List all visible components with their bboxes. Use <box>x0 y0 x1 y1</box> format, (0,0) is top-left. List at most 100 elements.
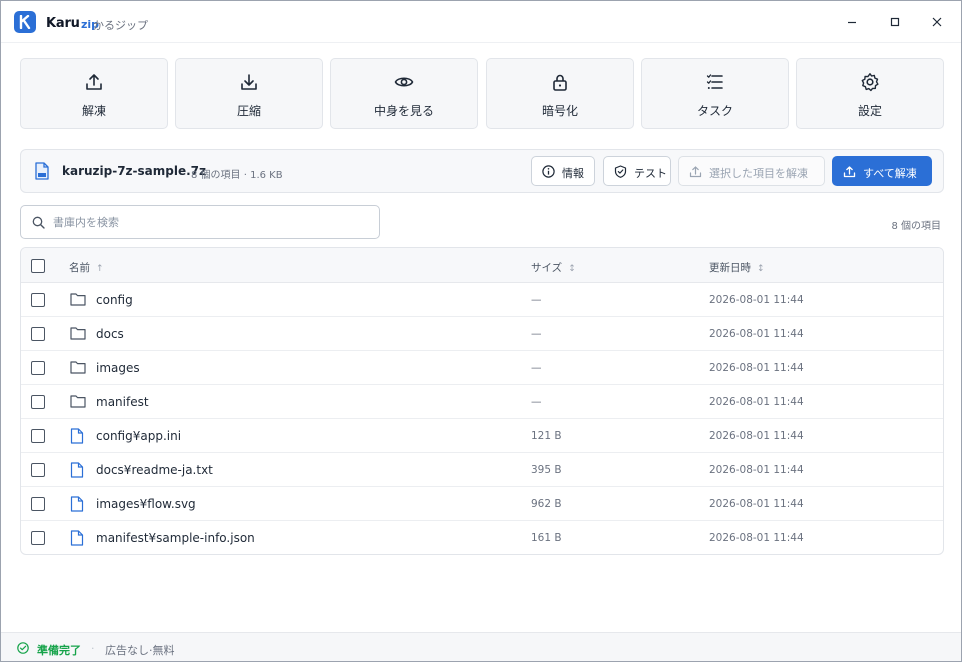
table-header: 名前 ↑ サイズ ↕ 更新日時 ↕ <box>21 248 943 283</box>
extract-tool-label: 解凍 <box>81 104 106 118</box>
eye-icon <box>394 77 414 87</box>
lock-icon <box>553 74 567 91</box>
app-name: Karu <box>46 16 80 31</box>
maximize-button[interactable] <box>886 13 904 31</box>
maximize-icon <box>890 17 900 27</box>
file-modified: 2026-08-01 11:44 <box>709 464 804 476</box>
compress-tool-button[interactable]: 圧縮 <box>175 58 323 129</box>
upload-icon <box>689 166 702 178</box>
file-size: — <box>531 328 542 340</box>
app-logo-icon <box>14 11 36 33</box>
table-row[interactable]: config — 2026-08-01 11:44 <box>21 283 943 317</box>
gear-icon <box>861 73 879 92</box>
row-checkbox[interactable] <box>31 361 45 375</box>
search-input[interactable] <box>53 214 363 231</box>
row-checkbox[interactable] <box>31 327 45 341</box>
status-bar: 準備完了 · 広告なし·無料 <box>1 632 961 661</box>
table-row[interactable]: manifest¥sample-info.json 161 B 2026-08-… <box>21 521 943 554</box>
tasks-tool-label: タスク <box>696 104 733 118</box>
status-ready: 準備完了 <box>37 644 81 657</box>
shield-check-icon <box>614 165 627 178</box>
table-row[interactable]: images¥flow.svg 962 B 2026-08-01 11:44 <box>21 487 943 521</box>
row-checkbox[interactable] <box>31 497 45 511</box>
sort-ascending-icon: ↑ <box>96 264 104 274</box>
row-checkbox[interactable] <box>31 463 45 477</box>
archive-file-icon <box>35 162 49 180</box>
item-count: 8 個の項目 <box>891 221 941 232</box>
row-checkbox[interactable] <box>31 429 45 443</box>
close-icon <box>932 17 942 27</box>
column-header-modified[interactable]: 更新日時 ↕ <box>709 260 765 275</box>
folder-icon <box>70 361 86 374</box>
check-circle-icon <box>17 642 29 654</box>
row-checkbox[interactable] <box>31 293 45 307</box>
select-all-checkbox[interactable] <box>31 259 45 273</box>
upload-icon <box>86 74 102 90</box>
file-table: 名前 ↑ サイズ ↕ 更新日時 ↕ config — 2026-08-01 11:44… <box>20 247 944 555</box>
info-button-label: 情報 <box>562 167 584 180</box>
settings-tool-label: 設定 <box>857 104 882 118</box>
extract-selected-button[interactable]: 選択した項目を解凍 <box>678 156 825 186</box>
file-icon <box>70 530 84 546</box>
encrypt-tool-button[interactable]: 暗号化 <box>486 58 634 129</box>
file-size: 962 B <box>531 498 562 510</box>
file-name: config <box>96 293 133 307</box>
column-header-name[interactable]: 名前 ↑ <box>69 260 104 275</box>
task-list-icon <box>706 74 723 89</box>
tasks-tool-button[interactable]: タスク <box>641 58 789 129</box>
extract-selected-label: 選択した項目を解凍 <box>709 167 808 180</box>
extract-all-label: すべて解凍 <box>863 167 917 180</box>
table-row[interactable]: docs¥readme-ja.txt 395 B 2026-08-01 11:4… <box>21 453 943 487</box>
archive-name: karuzip-7z-sample.7z <box>62 164 206 178</box>
row-checkbox[interactable] <box>31 531 45 545</box>
column-size-label: サイズ <box>531 262 563 274</box>
status-separator: · <box>91 642 95 655</box>
test-button[interactable]: テスト <box>603 156 671 186</box>
file-size: 121 B <box>531 430 562 442</box>
table-row[interactable]: docs — 2026-08-01 11:44 <box>21 317 943 351</box>
view-tool-button[interactable]: 中身を見る <box>330 58 478 129</box>
row-checkbox[interactable] <box>31 395 45 409</box>
sort-icon: ↕ <box>568 264 576 274</box>
search-box <box>20 205 380 239</box>
info-button[interactable]: 情報 <box>531 156 595 186</box>
table-row[interactable]: images — 2026-08-01 11:44 <box>21 351 943 385</box>
minimize-button[interactable] <box>843 13 861 31</box>
view-tool-label: 中身を見る <box>373 104 434 118</box>
encrypt-tool-label: 暗号化 <box>541 104 578 118</box>
file-modified: 2026-08-01 11:44 <box>709 430 804 442</box>
extract-all-button[interactable]: すべて解凍 <box>832 156 932 186</box>
app-subtitle: かるジップ <box>93 19 148 32</box>
file-name: config¥app.ini <box>96 429 182 443</box>
file-modified: 2026-08-01 11:44 <box>709 294 804 306</box>
extract-tool-button[interactable]: 解凍 <box>20 58 168 129</box>
close-button[interactable] <box>928 13 946 31</box>
column-modified-label: 更新日時 <box>709 262 751 274</box>
table-row[interactable]: manifest — 2026-08-01 11:44 <box>21 385 943 419</box>
title-bar: Karu zip かるジップ <box>1 1 961 43</box>
file-name: manifest¥sample-info.json <box>96 531 255 545</box>
file-modified: 2026-08-01 11:44 <box>709 498 804 510</box>
folder-icon <box>70 293 86 306</box>
file-icon <box>70 496 84 512</box>
table-row[interactable]: config¥app.ini 121 B 2026-08-01 11:44 <box>21 419 943 453</box>
column-name-label: 名前 <box>69 262 90 274</box>
archive-info-bar: karuzip-7z-sample.7z 8 個の項目 · 1.6 KB 情報 … <box>20 149 944 193</box>
folder-icon <box>70 395 86 408</box>
folder-icon <box>70 327 86 340</box>
column-header-size[interactable]: サイズ ↕ <box>531 260 576 275</box>
file-modified: 2026-08-01 11:44 <box>709 532 804 544</box>
file-icon <box>70 462 84 478</box>
file-size: 161 B <box>531 532 562 544</box>
file-icon <box>70 428 84 444</box>
compress-tool-label: 圧縮 <box>236 104 261 118</box>
sort-icon: ↕ <box>757 264 765 274</box>
file-modified: 2026-08-01 11:44 <box>709 396 804 408</box>
info-icon <box>542 165 555 178</box>
settings-tool-button[interactable]: 設定 <box>796 58 944 129</box>
file-name: manifest <box>96 395 149 409</box>
file-modified: 2026-08-01 11:44 <box>709 328 804 340</box>
file-size: — <box>531 362 542 374</box>
file-size: 395 B <box>531 464 562 476</box>
test-button-label: テスト <box>634 167 667 180</box>
